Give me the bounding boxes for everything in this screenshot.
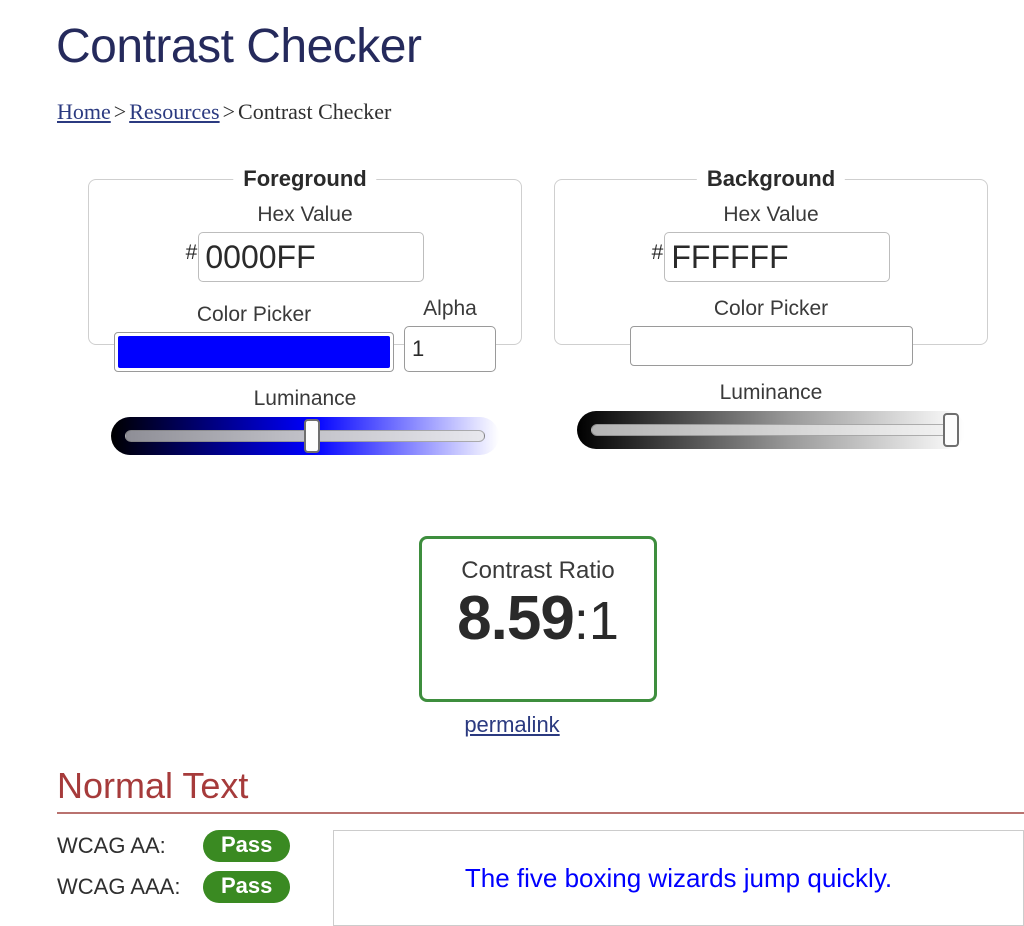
foreground-hex-input[interactable]: [198, 232, 425, 283]
wcag-aa-status-badge: Pass: [203, 830, 291, 863]
breadcrumb-separator-2: >: [222, 99, 236, 124]
color-panels: Foreground Hex Value # Color Picker Alph…: [88, 166, 988, 455]
permalink-link[interactable]: permalink: [464, 712, 559, 737]
wcag-aa-label: WCAG AA:: [57, 833, 166, 859]
wcag-aaa-row: WCAG AAA: Pass: [57, 869, 333, 905]
foreground-alpha-col: Alpha: [404, 296, 496, 373]
background-luminance-slider[interactable]: [577, 410, 965, 449]
sample-text: The five boxing wizards jump quickly.: [464, 862, 893, 893]
normal-text-body: WCAG AA: Pass WCAG AAA: Pass The five bo…: [57, 828, 1024, 926]
background-color-picker[interactable]: [629, 326, 913, 367]
foreground-hex-row: #: [111, 232, 499, 283]
foreground-luminance-slider[interactable]: [111, 416, 499, 455]
contrast-ratio-box: Contrast Ratio 8.59:1: [419, 536, 657, 702]
page-title: Contrast Checker: [56, 20, 422, 73]
foreground-luminance-wrap: Luminance: [111, 386, 499, 455]
background-luminance-label: Luminance: [719, 381, 823, 405]
breadcrumb-current: Contrast Checker: [238, 99, 392, 124]
background-luminance-wrap: Luminance: [577, 380, 965, 449]
normal-text-section: Normal Text WCAG AA: Pass WCAG AAA: Pass…: [57, 765, 1024, 926]
foreground-alpha-input[interactable]: [404, 326, 496, 373]
background-picker-col: Color Picker: [629, 296, 913, 367]
breadcrumb-link-resources[interactable]: Resources: [129, 99, 219, 124]
contrast-checker-page: Contrast Checker Home > Resources > Contrast…: [0, 0, 1024, 926]
foreground-color-swatch: [118, 336, 390, 369]
foreground-luminance-label: Luminance: [253, 387, 357, 411]
background-slider-thumb[interactable]: [943, 412, 959, 447]
breadcrumb-link-home[interactable]: Home: [57, 99, 111, 124]
foreground-picker-label: Color Picker: [196, 303, 312, 327]
breadcrumb: Home > Resources > Contrast Checker: [57, 99, 391, 125]
wcag-aa-row: WCAG AA: Pass: [57, 828, 333, 864]
contrast-ratio-number: 8.59: [457, 583, 575, 653]
breadcrumb-separator-1: >: [113, 99, 127, 124]
background-picker-row: Color Picker: [577, 296, 965, 367]
background-panel: Background Hex Value # Color Picker Lumi…: [554, 166, 988, 449]
background-legend: Background: [696, 166, 846, 192]
contrast-ratio-suffix: :1: [573, 590, 619, 651]
foreground-slider-thumb[interactable]: [304, 418, 321, 453]
hash-prefix-icon: #: [185, 240, 198, 264]
permalink-wrap: permalink: [0, 712, 1024, 738]
background-slider-track: [591, 423, 951, 436]
foreground-legend: Foreground: [233, 166, 377, 192]
foreground-picker-col: Color Picker: [114, 302, 394, 373]
foreground-alpha-label: Alpha: [423, 297, 477, 321]
foreground-color-picker[interactable]: [114, 332, 394, 373]
contrast-ratio-label: Contrast Ratio: [461, 557, 615, 584]
foreground-picker-row: Color Picker Alpha: [111, 296, 499, 373]
foreground-hex-label: Hex Value: [257, 203, 353, 226]
sample-text-box: The five boxing wizards jump quickly.: [333, 830, 1024, 926]
hash-prefix-icon: #: [651, 240, 664, 264]
background-picker-label: Color Picker: [713, 297, 829, 321]
wcag-aaa-label: WCAG AAA:: [57, 874, 181, 900]
wcag-aaa-status-badge: Pass: [203, 871, 291, 904]
contrast-ratio-value: 8.59:1: [422, 587, 654, 651]
background-hex-label: Hex Value: [723, 203, 819, 226]
wcag-results-list: WCAG AA: Pass WCAG AAA: Pass: [57, 828, 333, 910]
background-hex-row: #: [577, 232, 965, 283]
normal-text-heading: Normal Text: [57, 765, 1024, 815]
background-hex-input[interactable]: [664, 232, 891, 283]
foreground-panel: Foreground Hex Value # Color Picker Alph…: [88, 166, 522, 455]
background-color-swatch: [633, 330, 909, 363]
